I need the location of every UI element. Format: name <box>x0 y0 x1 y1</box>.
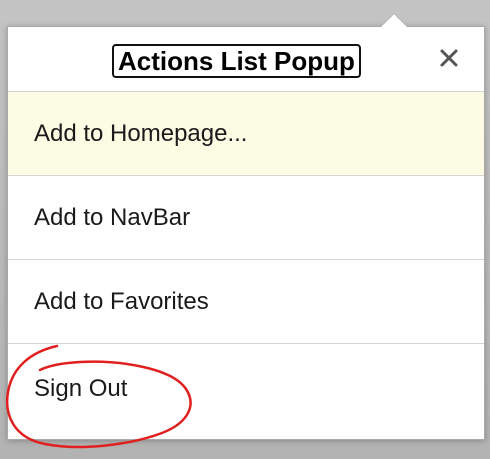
menu-item-add-to-navbar[interactable]: Add to NavBar <box>8 176 484 260</box>
menu-item-sign-out[interactable]: Sign Out <box>8 344 484 434</box>
popup-title: Actions List Popup <box>112 44 361 78</box>
backdrop: Actions List Popup Add to Homepage... Ad… <box>0 0 490 459</box>
menu-item-label: Add to NavBar <box>34 203 191 231</box>
popup-pointer <box>380 13 408 27</box>
menu-item-add-to-homepage[interactable]: Add to Homepage... <box>8 92 484 176</box>
close-icon <box>440 49 458 67</box>
menu-item-label: Add to Homepage... <box>34 119 248 147</box>
menu-item-add-to-favorites[interactable]: Add to Favorites <box>8 260 484 344</box>
close-button[interactable] <box>434 43 464 73</box>
popup-header: Actions List Popup <box>8 27 484 92</box>
actions-list-popup: Actions List Popup Add to Homepage... Ad… <box>7 13 485 440</box>
menu-item-label: Add to Favorites <box>34 287 209 315</box>
menu-item-label: Sign Out <box>34 375 128 402</box>
